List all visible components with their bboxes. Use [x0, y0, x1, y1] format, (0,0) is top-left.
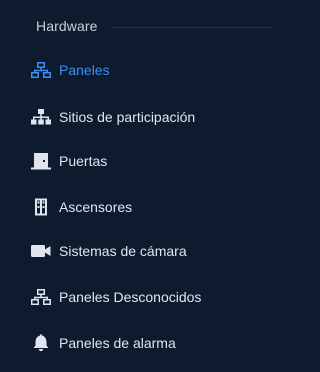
- nav-item-label: Sitios de participación: [59, 109, 196, 125]
- nav-item-label: Paneles Desconocidos: [59, 289, 202, 305]
- nav-item-label: Sistemas de cámara: [59, 243, 187, 259]
- nav-item-puertas[interactable]: Puertas: [30, 147, 270, 175]
- nav-item-ascensores[interactable]: Ascensores: [30, 193, 270, 221]
- network-icon: [30, 287, 56, 307]
- nav-item-sistemas-de-camara[interactable]: Sistemas de cámara: [30, 237, 270, 265]
- nav-item-label: Puertas: [59, 153, 108, 169]
- section-header: Hardware: [36, 16, 272, 36]
- hardware-nav: Hardware Paneles Sitios de participación…: [0, 0, 286, 372]
- nav-item-label: Ascensores: [59, 199, 133, 215]
- sitemap-icon: [30, 107, 56, 127]
- camera-icon: [30, 241, 56, 261]
- door-icon: [30, 151, 56, 171]
- elevator-icon: [30, 197, 56, 217]
- nav-item-paneles-de-alarma[interactable]: Paneles de alarma: [30, 329, 270, 357]
- nav-item-label: Paneles: [59, 62, 110, 78]
- nav-item-label: Paneles de alarma: [59, 335, 176, 351]
- network-icon: [30, 60, 56, 80]
- nav-item-paneles[interactable]: Paneles: [30, 56, 270, 84]
- nav-item-sitios-de-participacion[interactable]: Sitios de participación: [30, 103, 270, 131]
- section-title: Hardware: [36, 18, 98, 34]
- bell-icon: [30, 333, 56, 353]
- nav-item-paneles-desconocidos[interactable]: Paneles Desconocidos: [30, 283, 270, 311]
- section-divider: [111, 26, 272, 28]
